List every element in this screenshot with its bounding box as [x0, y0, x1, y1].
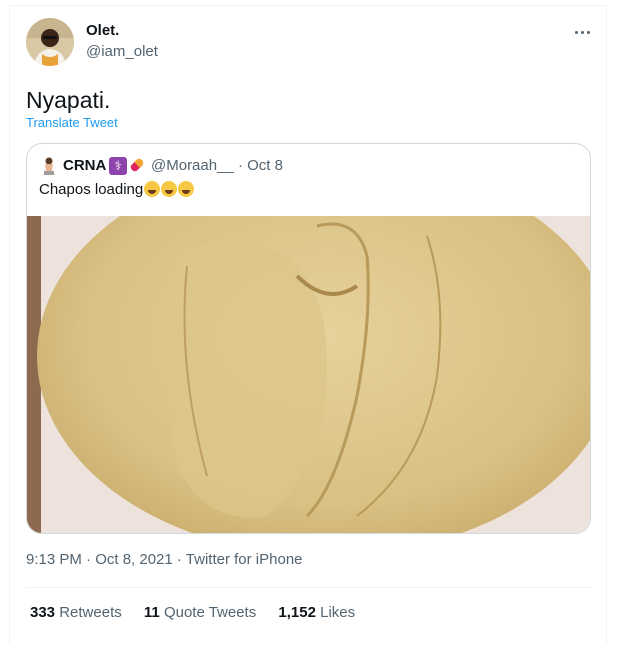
retweets-count: 333: [30, 604, 56, 621]
quote-tweets-stat[interactable]: 11 Quote Tweets: [144, 604, 256, 621]
quoted-text: Chapos loading: [39, 181, 144, 198]
laughing-emoji-icon: [178, 181, 195, 197]
more-dot-icon: [586, 30, 590, 34]
caduceus-emoji-icon: ⚕: [109, 157, 127, 175]
tweet-stats: 333 Retweets 11 Quote Tweets 1,152 Likes: [30, 604, 373, 621]
quoted-handle-date: @Moraah__ · Oct 8: [151, 157, 283, 174]
quoted-media-image[interactable]: [27, 156, 590, 533]
retweets-label: Retweets: [59, 604, 122, 621]
laughing-emoji-icon: [161, 181, 178, 197]
likes-stat[interactable]: 1,152 Likes: [278, 604, 355, 621]
quoted-text-line: Chapos loading: [39, 181, 195, 198]
more-options-button[interactable]: [567, 20, 597, 44]
quote-tweets-count: 11: [143, 604, 160, 621]
likes-label: Likes: [320, 604, 356, 621]
quoted-tweet[interactable]: CRNA ⚕ @Moraah__ · Oct 8 Chapos loading: [26, 143, 591, 534]
stats-divider: [26, 587, 591, 588]
quote-tweets-label: Quote Tweets: [163, 604, 257, 621]
more-dot-icon: [574, 30, 578, 34]
author-display-name[interactable]: Olet.: [86, 22, 119, 39]
tweet-text: Nyapati.: [26, 87, 111, 113]
tweet-timestamp[interactable]: 9:13 PM · Oct 8, 2021 · Twitter for iPho…: [26, 551, 303, 568]
quoted-avatar: [39, 156, 59, 176]
quoted-display-name: CRNA: [63, 157, 107, 174]
more-dot-icon: [580, 30, 584, 34]
translate-tweet-link[interactable]: Translate Tweet: [26, 115, 118, 130]
author-handle[interactable]: @iam_olet: [86, 43, 158, 60]
retweets-stat[interactable]: 333 Retweets: [30, 604, 122, 621]
likes-count: 1,152: [278, 604, 316, 621]
author-avatar[interactable]: [26, 18, 74, 66]
laughing-emoji-icon: [144, 181, 161, 197]
pill-emoji-icon: [128, 156, 146, 174]
